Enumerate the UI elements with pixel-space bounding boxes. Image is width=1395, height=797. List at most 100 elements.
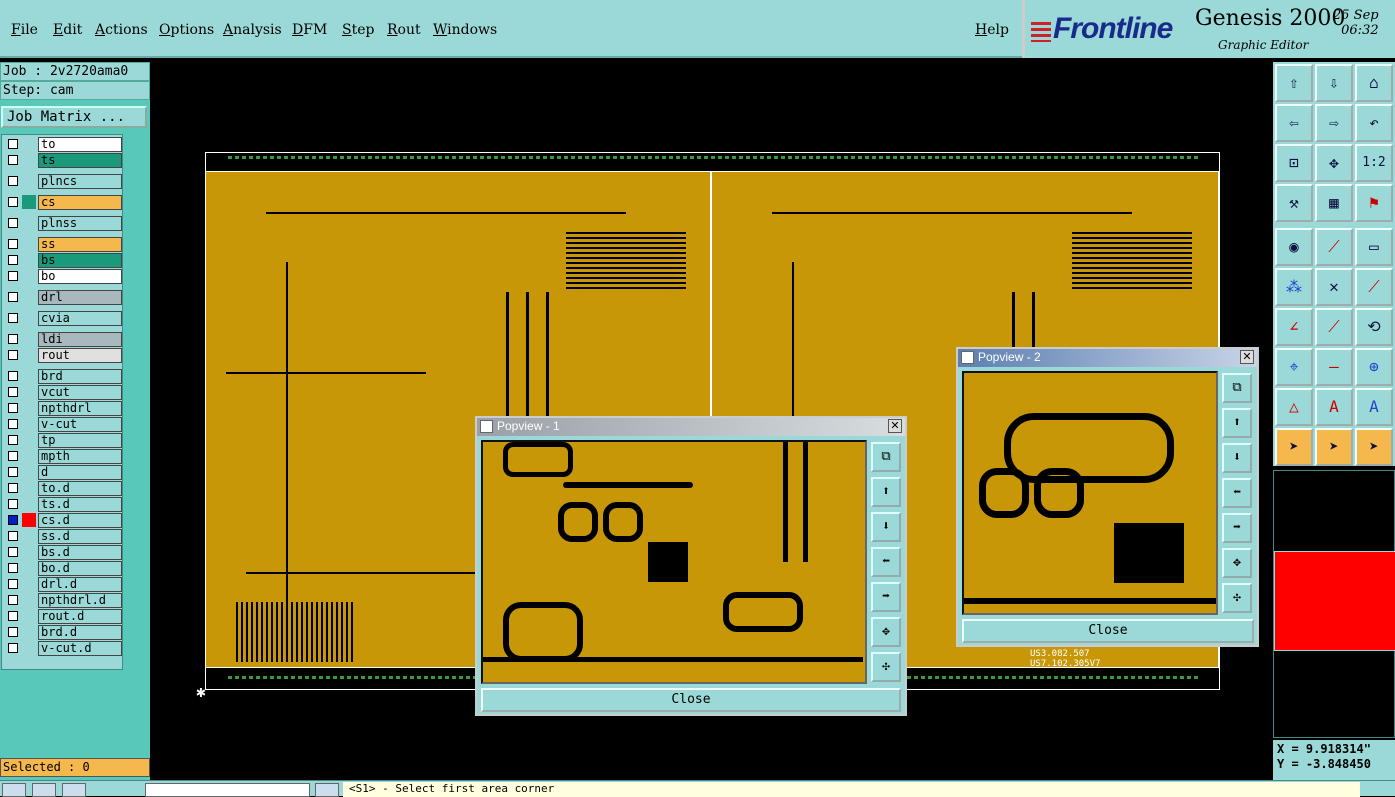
select-all-icon[interactable]: ➤ <box>1315 428 1353 466</box>
layer-row-ss.d[interactable]: ss.d <box>4 529 122 544</box>
layer-row-plncs[interactable]: plncs <box>4 174 122 189</box>
layer-name[interactable]: cs <box>38 195 122 210</box>
pan-right-icon[interactable]: ⇨ <box>1315 104 1353 142</box>
layer-row-vcut[interactable]: vcut <box>4 385 122 400</box>
layer-color-swatch[interactable] <box>22 290 36 304</box>
layer-row-ts.d[interactable]: ts.d <box>4 497 122 512</box>
layer-name[interactable]: rout.d <box>38 609 122 624</box>
status-button-1[interactable] <box>2 783 26 797</box>
layer-row-rout.d[interactable]: rout.d <box>4 609 122 624</box>
layer-checkbox[interactable] <box>8 595 18 605</box>
slot-icon[interactable]: ⟋ <box>1355 268 1393 306</box>
layer-row-bs[interactable]: bs <box>4 253 122 268</box>
layer-checkbox[interactable] <box>8 255 18 265</box>
layer-name[interactable]: ss <box>38 237 122 252</box>
menu-options[interactable]: Options <box>159 22 214 38</box>
layer-color-swatch[interactable] <box>22 332 36 346</box>
layer-checkbox[interactable] <box>8 643 18 653</box>
layer-checkbox[interactable] <box>8 611 18 621</box>
layer-row-mpth[interactable]: mpth <box>4 449 122 464</box>
layer-name[interactable]: ldi <box>38 332 122 347</box>
layer-name[interactable]: cvia <box>38 311 122 326</box>
layer-checkbox[interactable] <box>8 313 18 323</box>
layer-color-swatch[interactable] <box>22 609 36 623</box>
layer-color-swatch[interactable] <box>22 561 36 575</box>
menu-rout[interactable]: Rout <box>387 22 421 38</box>
layer-checkbox[interactable] <box>8 371 18 381</box>
layer-name[interactable]: plnss <box>38 216 122 231</box>
layer-name[interactable]: npthdrl <box>38 401 122 416</box>
ruler-icon[interactable]: ▭ <box>1355 228 1393 266</box>
pan-right-icon[interactable]: ➡ <box>1222 513 1252 543</box>
popview-1-close-button[interactable]: Close <box>481 688 901 712</box>
layer-color-swatch[interactable] <box>22 465 36 479</box>
menu-file[interactable]: File <box>11 22 38 38</box>
layer-name[interactable]: v-cut.d <box>38 641 122 656</box>
layer-color-swatch[interactable] <box>22 513 36 527</box>
layer-checkbox[interactable] <box>8 387 18 397</box>
layer-color-swatch[interactable] <box>22 253 36 267</box>
layer-row-v-cut[interactable]: v-cut <box>4 417 122 432</box>
close-icon[interactable]: ✕ <box>888 419 902 433</box>
layer-row-npthdrl.d[interactable]: npthdrl.d <box>4 593 122 608</box>
cross-icon[interactable]: ✕ <box>1315 268 1353 306</box>
job-matrix-button[interactable]: Job Matrix ... <box>1 106 147 128</box>
zoom-window-icon[interactable]: ⧉ <box>1222 373 1252 403</box>
layer-name[interactable]: to.d <box>38 481 122 496</box>
layer-name[interactable]: ss.d <box>38 529 122 544</box>
layer-checkbox[interactable] <box>8 419 18 429</box>
minus-icon[interactable]: — <box>1315 348 1353 386</box>
layer-checkbox[interactable] <box>8 531 18 541</box>
zoom-in-icon[interactable]: ✣ <box>871 652 901 682</box>
layer-color-swatch[interactable] <box>22 593 36 607</box>
layer-color-swatch[interactable] <box>22 385 36 399</box>
layer-row-ts[interactable]: ts <box>4 153 122 168</box>
menu-analysis[interactable]: Analysis <box>223 22 282 38</box>
layer-name[interactable]: drl.d <box>38 577 122 592</box>
menu-dfm[interactable]: DFM <box>292 22 327 38</box>
layer-checkbox[interactable] <box>8 435 18 445</box>
layer-row-drl.d[interactable]: drl.d <box>4 577 122 592</box>
triangle-icon[interactable]: △ <box>1275 388 1313 426</box>
layer-row-cs[interactable]: cs <box>4 195 122 210</box>
line-icon[interactable]: ⟋ <box>1315 228 1353 266</box>
pan-down-icon[interactable]: ⬇ <box>1222 443 1252 473</box>
layer-row-to[interactable]: to <box>4 137 122 152</box>
layer-name[interactable]: drl <box>38 290 122 305</box>
snap-icon[interactable]: ⚑ <box>1355 184 1393 222</box>
layer-name[interactable]: rout <box>38 348 122 363</box>
layer-name[interactable]: tp <box>38 433 122 448</box>
layer-color-swatch[interactable] <box>22 449 36 463</box>
status-button-4[interactable] <box>315 783 339 797</box>
layer-checkbox[interactable] <box>8 239 18 249</box>
layer-row-drl[interactable]: drl <box>4 290 122 305</box>
zoom-home-icon[interactable]: ⇧ <box>1275 64 1313 102</box>
layer-row-cs.d[interactable]: cs.d <box>4 513 122 528</box>
layer-name[interactable]: bs <box>38 253 122 268</box>
fit-icon[interactable]: ⊡ <box>1275 144 1313 182</box>
layer-row-bs.d[interactable]: bs.d <box>4 545 122 560</box>
zoom-out-icon[interactable]: ✥ <box>1222 548 1252 578</box>
select-net-icon[interactable]: ➤ <box>1355 428 1393 466</box>
layer-row-d[interactable]: d <box>4 465 122 480</box>
layer-color-swatch[interactable] <box>22 216 36 230</box>
layer-row-cvia[interactable]: cvia <box>4 311 122 326</box>
pan-left-icon[interactable]: ⬅ <box>871 547 901 577</box>
layer-name[interactable]: bo <box>38 269 122 284</box>
layer-checkbox[interactable] <box>8 547 18 557</box>
diagonal-icon[interactable]: ⟋ <box>1315 308 1353 346</box>
layer-name[interactable]: brd.d <box>38 625 122 640</box>
overview-map[interactable] <box>1273 470 1395 738</box>
scale-1-2-icon[interactable]: 1:2 <box>1355 144 1393 182</box>
pan-left-icon[interactable]: ⇦ <box>1275 104 1313 142</box>
layer-checkbox[interactable] <box>8 155 18 165</box>
layer-checkbox[interactable] <box>8 467 18 477</box>
status-button-2[interactable] <box>32 783 56 797</box>
layer-name[interactable]: bs.d <box>38 545 122 560</box>
pin-icon[interactable]: ⌖ <box>1275 348 1313 386</box>
layer-name[interactable]: npthdrl.d <box>38 593 122 608</box>
menu-actions[interactable]: Actions <box>95 22 148 38</box>
grid-icon[interactable]: ▦ <box>1315 184 1353 222</box>
layer-color-swatch[interactable] <box>22 311 36 325</box>
overview-viewport[interactable] <box>1274 551 1395 651</box>
